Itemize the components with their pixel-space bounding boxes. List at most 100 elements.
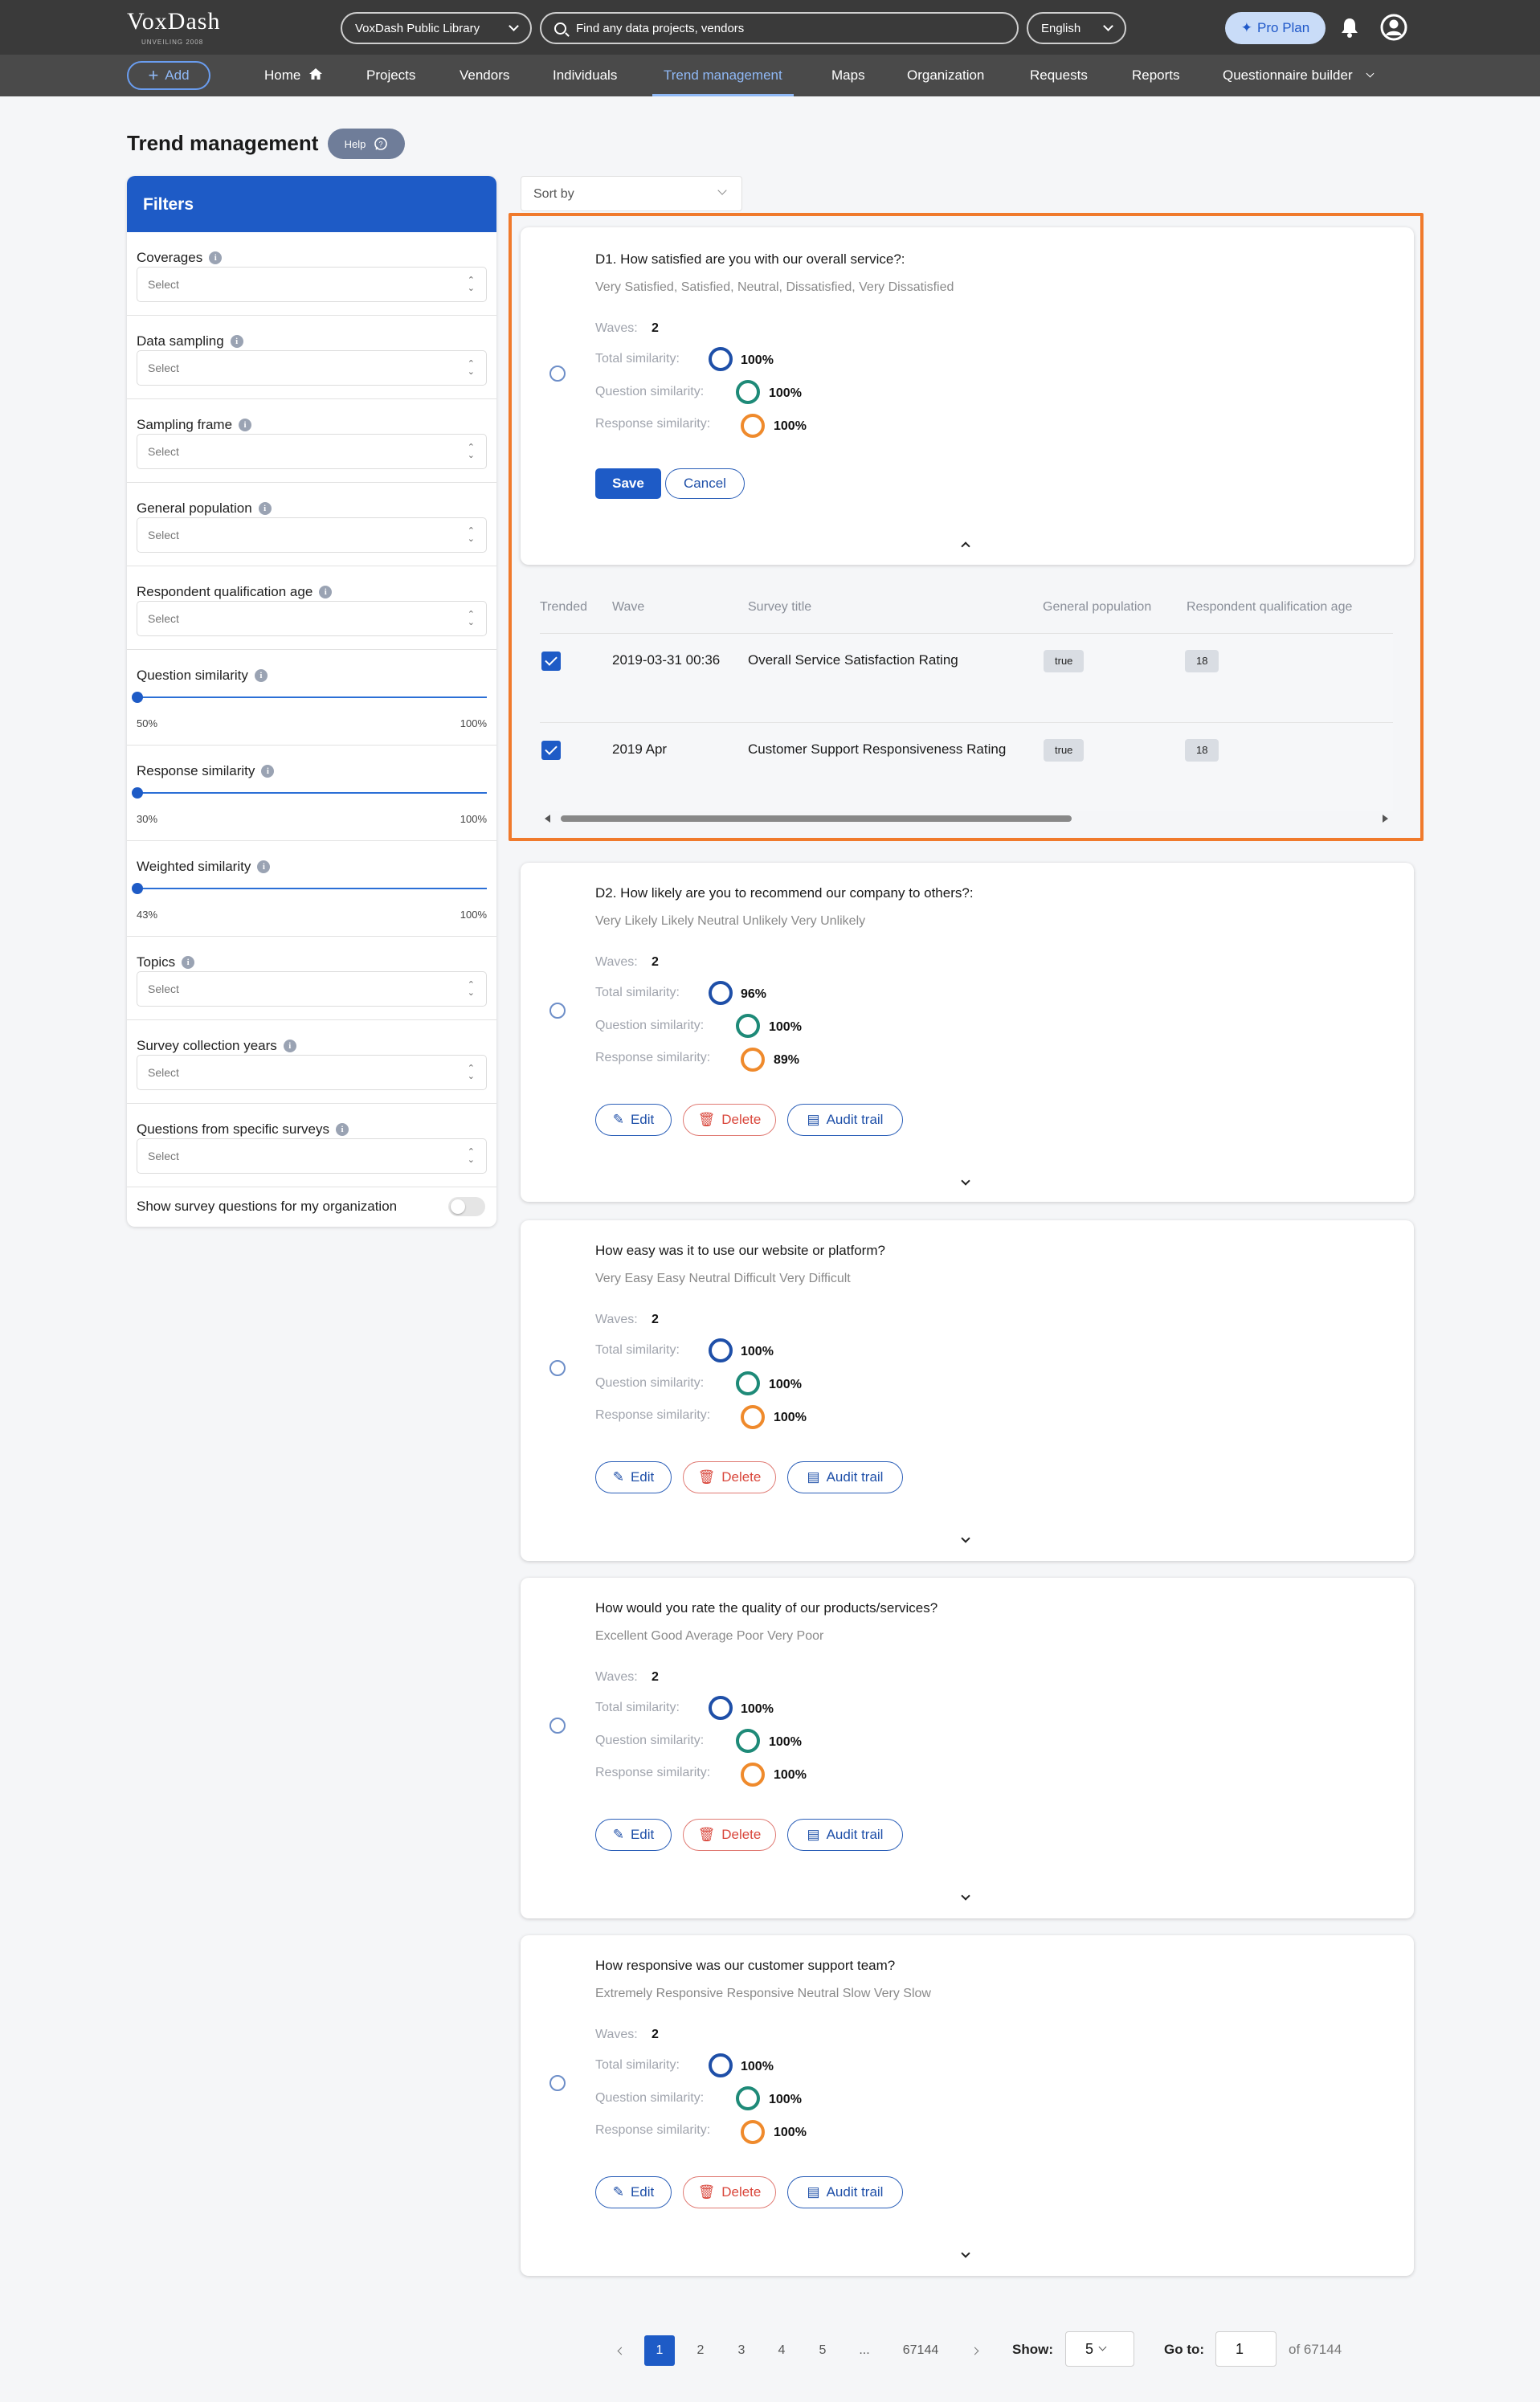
nav-trend-management[interactable]: Trend management	[652, 55, 794, 96]
trended-checkbox[interactable]	[541, 741, 561, 760]
response-similarity-value: 100%	[774, 2126, 807, 2139]
delete-label: Delete	[721, 1469, 762, 1485]
page-last[interactable]: 67144	[898, 2335, 943, 2366]
data-sampling-select[interactable]: Select ⌃ ⌄	[137, 350, 487, 386]
page-4[interactable]: 4	[774, 2335, 790, 2366]
question-select-checkbox[interactable]	[549, 1360, 566, 1376]
edit-button[interactable]: ✎ Edit	[595, 1819, 672, 1851]
question-similarity-value: 100%	[769, 1735, 802, 1749]
edit-button[interactable]: ✎ Edit	[595, 1104, 672, 1136]
trash-icon: 🗑	[697, 1469, 716, 1485]
trash-icon: 🗑	[697, 1112, 716, 1127]
general-population-select[interactable]: Select ⌃ ⌄	[137, 517, 487, 553]
info-icon[interactable]: i	[254, 669, 268, 682]
table-horizontal-scrollbar[interactable]	[540, 813, 1393, 824]
info-icon[interactable]: i	[239, 419, 252, 431]
page-5[interactable]: 5	[815, 2335, 831, 2366]
scroll-right-icon[interactable]	[1383, 815, 1388, 823]
nav-vendors[interactable]: Vendors	[460, 55, 509, 96]
info-icon[interactable]: i	[319, 586, 333, 598]
delete-button[interactable]: 🗑 Delete	[683, 2176, 776, 2208]
show-org-questions-toggle[interactable]	[448, 1197, 485, 1216]
nav-individuals[interactable]: Individuals	[553, 55, 617, 96]
page-size-select[interactable]: 5	[1065, 2331, 1134, 2367]
audit-trail-button[interactable]: ▤ Audit trail	[787, 1461, 903, 1493]
scroll-left-icon[interactable]	[545, 815, 550, 823]
cancel-button[interactable]: Cancel	[665, 468, 745, 499]
language-select[interactable]: English	[1027, 12, 1126, 44]
goto-page-input[interactable]: 1	[1215, 2331, 1277, 2367]
info-icon[interactable]: i	[261, 765, 275, 778]
weighted-similarity-slider[interactable]	[137, 888, 487, 889]
total-similarity-ring	[709, 981, 733, 1005]
collection-years-select[interactable]: Select ⌃ ⌄	[137, 1055, 487, 1090]
nav-organization[interactable]: Organization	[907, 55, 984, 96]
question-select-checkbox[interactable]	[549, 366, 566, 382]
info-icon[interactable]: i	[283, 1040, 296, 1052]
nav-reports[interactable]: Reports	[1132, 55, 1180, 96]
expand-chevron-icon[interactable]	[961, 2249, 970, 2258]
info-icon[interactable]: i	[258, 502, 272, 515]
bell-icon[interactable]	[1340, 17, 1359, 38]
expand-chevron-icon[interactable]	[961, 1176, 970, 1186]
add-button[interactable]: + Add	[127, 61, 210, 90]
page-1[interactable]: 1	[644, 2335, 675, 2366]
page-2[interactable]: 2	[692, 2335, 709, 2366]
library-select[interactable]: VoxDash Public Library	[341, 12, 532, 44]
delete-button[interactable]: 🗑 Delete	[683, 1104, 776, 1136]
question-select-checkbox[interactable]	[549, 1003, 566, 1019]
sort-by-select[interactable]: Sort by	[521, 176, 742, 211]
question-select-checkbox[interactable]	[549, 2075, 566, 2091]
respondent-age-select[interactable]: Select ⌃ ⌄	[137, 601, 487, 636]
delete-button[interactable]: 🗑 Delete	[683, 1461, 776, 1493]
delete-label: Delete	[721, 1827, 762, 1842]
trended-checkbox[interactable]	[541, 652, 561, 671]
coverages-select[interactable]: Select ⌃ ⌄	[137, 267, 487, 302]
question-similarity-value: 100%	[769, 2093, 802, 2106]
info-icon[interactable]: i	[230, 335, 243, 348]
language-label: English	[1041, 21, 1081, 35]
slider-handle[interactable]	[132, 787, 143, 799]
response-similarity-slider[interactable]	[137, 792, 487, 794]
expand-chevron-icon[interactable]	[961, 1891, 970, 1901]
page-3[interactable]: 3	[733, 2335, 750, 2366]
user-avatar-icon[interactable]	[1380, 14, 1407, 41]
info-icon[interactable]: i	[182, 956, 195, 969]
nav-maps[interactable]: Maps	[831, 55, 865, 96]
audit-trail-button[interactable]: ▤ Audit trail	[787, 1819, 903, 1851]
global-search-input[interactable]: Find any data projects, vendors	[540, 12, 1019, 44]
specific-surveys-select[interactable]: Select ⌃ ⌄	[137, 1138, 487, 1174]
edit-button[interactable]: ✎ Edit	[595, 1461, 672, 1493]
sampling-frame-select[interactable]: Select ⌃ ⌄	[137, 434, 487, 469]
slider-handle[interactable]	[132, 692, 143, 703]
prev-page-icon[interactable]	[617, 2347, 626, 2355]
nav-home[interactable]: Home	[264, 55, 323, 96]
slider-handle[interactable]	[132, 883, 143, 894]
next-page-icon[interactable]	[970, 2347, 979, 2355]
pro-plan-button[interactable]: ✦ Pro Plan	[1225, 12, 1326, 44]
info-icon[interactable]: i	[335, 1123, 349, 1136]
question-similarity-slider[interactable]	[137, 696, 487, 698]
delete-button[interactable]: 🗑 Delete	[683, 1819, 776, 1851]
nav-requests[interactable]: Requests	[1030, 55, 1088, 96]
question-select-checkbox[interactable]	[549, 1718, 566, 1734]
waves-label: Waves:	[595, 1313, 638, 1326]
sort-by-label: Sort by	[533, 187, 574, 201]
question-card: How responsive was our customer support …	[521, 1935, 1414, 2276]
collapse-chevron-icon[interactable]	[961, 541, 970, 551]
info-icon[interactable]: i	[257, 860, 271, 873]
nav-projects[interactable]: Projects	[366, 55, 415, 96]
logo[interactable]: VoxDash	[127, 8, 220, 35]
age-badge: 18	[1185, 739, 1219, 762]
scrollbar-thumb[interactable]	[561, 815, 1072, 822]
audit-trail-button[interactable]: ▤ Audit trail	[787, 2176, 903, 2208]
topics-select[interactable]: Select ⌃ ⌄	[137, 971, 487, 1007]
info-icon[interactable]: i	[209, 251, 223, 264]
edit-button[interactable]: ✎ Edit	[595, 2176, 672, 2208]
help-button[interactable]: Help ?	[328, 129, 405, 159]
question-title: How easy was it to use our website or pl…	[595, 1243, 885, 1258]
expand-chevron-icon[interactable]	[961, 1534, 970, 1543]
save-button[interactable]: Save	[595, 468, 661, 499]
nav-questionnaire-builder[interactable]: Questionnaire builder	[1223, 55, 1375, 96]
audit-trail-button[interactable]: ▤ Audit trail	[787, 1104, 903, 1136]
